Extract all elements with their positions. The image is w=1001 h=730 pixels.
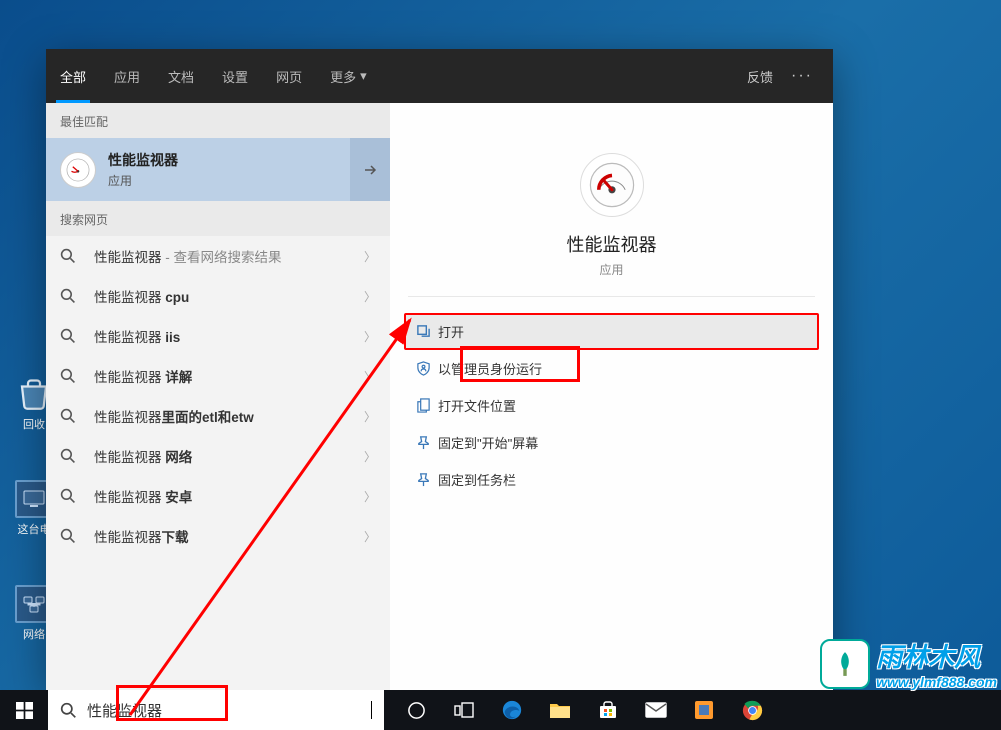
chrome-icon[interactable] bbox=[728, 690, 776, 730]
watermark-text: 雨林木风 bbox=[876, 637, 997, 674]
best-match-title: 性能监视器 bbox=[108, 150, 178, 170]
search-input-value: 性能监视器 bbox=[87, 700, 369, 721]
suggestion-text: 性能监视器 iis bbox=[94, 326, 358, 346]
taskbar: 性能监视器 bbox=[0, 690, 1001, 730]
suggestion-text: 性能监视器里面的etl和etw bbox=[94, 406, 358, 426]
preview-app-title: 性能监视器 bbox=[390, 231, 833, 257]
suggestion-text: 性能监视器 cpu bbox=[94, 286, 358, 306]
folder-icon bbox=[416, 398, 438, 413]
pin-taskbar-icon bbox=[416, 472, 438, 487]
search-icon bbox=[60, 408, 80, 424]
feedback-link[interactable]: 反馈 bbox=[747, 67, 773, 86]
microsoft-store-icon[interactable] bbox=[584, 690, 632, 730]
action-label: 固定到"开始"屏幕 bbox=[438, 433, 538, 452]
search-icon bbox=[60, 702, 77, 719]
search-panel-header: 全部 应用 文档 设置 网页 更多▾ 反馈 ··· bbox=[46, 49, 833, 103]
open-icon bbox=[416, 324, 438, 339]
chevron-right-icon: 〉 bbox=[364, 288, 376, 305]
gauge-icon-large bbox=[580, 153, 644, 217]
pin-start-icon bbox=[416, 435, 438, 450]
chevron-down-icon: ▾ bbox=[360, 68, 367, 84]
chevron-right-icon: 〉 bbox=[364, 408, 376, 425]
watermark: 雨林木风 www.ylmf888.com bbox=[820, 637, 997, 690]
taskbar-search-box[interactable]: 性能监视器 bbox=[48, 690, 384, 730]
action-admin[interactable]: 以管理员身份运行 bbox=[404, 350, 819, 387]
search-icon bbox=[60, 528, 80, 544]
chevron-right-icon: 〉 bbox=[364, 248, 376, 265]
search-icon bbox=[60, 448, 80, 464]
best-match-result[interactable]: 性能监视器 应用 bbox=[46, 138, 390, 201]
web-search-suggestion[interactable]: 性能监视器 网络〉 bbox=[46, 436, 390, 476]
task-view-icon[interactable] bbox=[440, 690, 488, 730]
web-search-suggestion[interactable]: 性能监视器下载〉 bbox=[46, 516, 390, 556]
tab-all[interactable]: 全部 bbox=[46, 49, 100, 103]
suggestion-text: 性能监视器 安卓 bbox=[94, 486, 358, 506]
watermark-url: www.ylmf888.com bbox=[876, 674, 997, 690]
web-search-suggestion[interactable]: 性能监视器里面的etl和etw 〉 bbox=[46, 396, 390, 436]
search-icon bbox=[60, 328, 80, 344]
chevron-right-icon: 〉 bbox=[364, 488, 376, 505]
web-search-suggestion[interactable]: 性能监视器 - 查看网络搜索结果〉 bbox=[46, 236, 390, 276]
tab-apps[interactable]: 应用 bbox=[100, 49, 154, 103]
section-best-match: 最佳匹配 bbox=[46, 103, 390, 138]
suggestion-text: 性能监视器 详解 bbox=[94, 366, 358, 386]
web-search-suggestion[interactable]: 性能监视器 cpu 〉 bbox=[46, 276, 390, 316]
vmware-icon[interactable] bbox=[680, 690, 728, 730]
chevron-right-icon: 〉 bbox=[364, 328, 376, 345]
search-filter-tabs: 全部 应用 文档 设置 网页 更多▾ bbox=[46, 49, 381, 103]
search-icon bbox=[60, 248, 80, 264]
expand-arrow-icon[interactable] bbox=[350, 138, 390, 201]
preview-app-subtitle: 应用 bbox=[390, 261, 833, 278]
action-label: 打开文件位置 bbox=[438, 396, 516, 415]
action-pin-taskbar[interactable]: 固定到任务栏 bbox=[404, 461, 819, 498]
edge-browser-icon[interactable] bbox=[488, 690, 536, 730]
tab-web[interactable]: 网页 bbox=[262, 49, 316, 103]
search-results-column: 最佳匹配 性能监视器 应用 搜索网页 性能监视器 - 查看网络搜索结果〉性能监视… bbox=[46, 103, 390, 690]
search-icon bbox=[60, 488, 80, 504]
action-folder[interactable]: 打开文件位置 bbox=[404, 387, 819, 424]
suggestion-text: 性能监视器 网络 bbox=[94, 446, 358, 466]
action-label: 固定到任务栏 bbox=[438, 470, 516, 489]
search-icon bbox=[60, 368, 80, 384]
result-preview-column: 性能监视器 应用 打开以管理员身份运行打开文件位置固定到"开始"屏幕固定到任务栏 bbox=[390, 103, 833, 690]
section-web-search: 搜索网页 bbox=[46, 201, 390, 236]
search-icon bbox=[60, 288, 80, 304]
tab-settings[interactable]: 设置 bbox=[208, 49, 262, 103]
tab-documents[interactable]: 文档 bbox=[154, 49, 208, 103]
chevron-right-icon: 〉 bbox=[364, 448, 376, 465]
file-explorer-icon[interactable] bbox=[536, 690, 584, 730]
web-search-suggestion[interactable]: 性能监视器 详解〉 bbox=[46, 356, 390, 396]
gauge-icon bbox=[60, 152, 96, 188]
chevron-right-icon: 〉 bbox=[364, 528, 376, 545]
web-search-suggestion[interactable]: 性能监视器 安卓〉 bbox=[46, 476, 390, 516]
more-options-icon[interactable]: ··· bbox=[791, 67, 813, 85]
best-match-subtitle: 应用 bbox=[108, 172, 178, 189]
suggestion-text: 性能监视器 - 查看网络搜索结果 bbox=[94, 246, 358, 266]
preview-actions: 打开以管理员身份运行打开文件位置固定到"开始"屏幕固定到任务栏 bbox=[390, 301, 833, 510]
windows-search-panel: 全部 应用 文档 设置 网页 更多▾ 反馈 ··· 最佳匹配 性能监视器 应用 bbox=[46, 49, 833, 690]
cortana-icon[interactable] bbox=[392, 690, 440, 730]
chevron-right-icon: 〉 bbox=[364, 368, 376, 385]
action-label: 打开 bbox=[438, 322, 464, 341]
tab-more[interactable]: 更多▾ bbox=[316, 49, 381, 103]
start-button[interactable] bbox=[0, 690, 48, 730]
action-label: 以管理员身份运行 bbox=[438, 359, 542, 378]
web-search-suggestion[interactable]: 性能监视器 iis 〉 bbox=[46, 316, 390, 356]
admin-icon bbox=[416, 361, 438, 376]
action-pin-start[interactable]: 固定到"开始"屏幕 bbox=[404, 424, 819, 461]
suggestion-text: 性能监视器下载 bbox=[94, 526, 358, 546]
mail-icon[interactable] bbox=[632, 690, 680, 730]
action-open[interactable]: 打开 bbox=[404, 313, 819, 350]
